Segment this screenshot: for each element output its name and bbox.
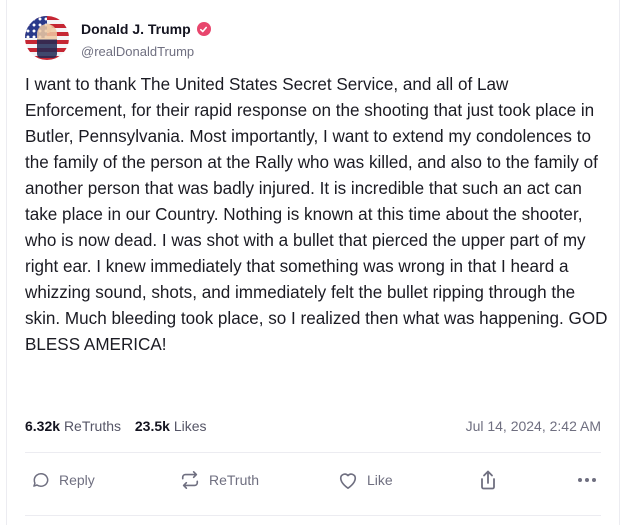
heart-icon	[339, 473, 357, 489]
likes-label: Likes	[173, 418, 207, 434]
more-options-button[interactable]	[577, 462, 605, 498]
speech-bubble-icon	[33, 473, 49, 487]
likes-stat[interactable]: 23.5k Likes	[135, 418, 207, 434]
like-label: Like	[367, 472, 393, 488]
post-body-text: I want to thank The United States Secret…	[25, 75, 608, 354]
author-handle[interactable]: @realDonaldTrump	[81, 44, 194, 59]
author-display-name[interactable]: Donald J. Trump	[81, 21, 191, 37]
post-header: Donald J. Trump @realDonaldTrump	[25, 16, 585, 66]
divider	[25, 452, 601, 453]
share-upload-icon	[481, 470, 495, 490]
reply-label: Reply	[59, 472, 95, 488]
repost-arrows-icon	[181, 471, 199, 489]
share-button[interactable]	[478, 462, 506, 498]
verified-badge-icon	[196, 22, 211, 36]
divider	[25, 515, 601, 526]
retruth-button[interactable]: ReTruth	[179, 462, 259, 498]
post-timestamp[interactable]: Jul 14, 2024, 2:42 AM	[466, 418, 601, 434]
retruths-stat[interactable]: 6.32k ReTruths	[25, 418, 121, 434]
avatar[interactable]	[25, 16, 69, 60]
post-stats: 6.32k ReTruths 23.5k Likes	[25, 418, 207, 434]
reply-button[interactable]: Reply	[31, 462, 95, 498]
post-action-bar: Reply ReTruth Like	[25, 462, 601, 498]
post-card: Donald J. Trump @realDonaldTrump I want …	[6, 0, 620, 525]
like-button[interactable]: Like	[337, 462, 393, 498]
author-name-row: Donald J. Trump	[81, 21, 211, 37]
retruths-count: 6.32k	[25, 418, 61, 434]
ellipsis-icon	[578, 478, 596, 482]
likes-count: 23.5k	[134, 418, 170, 434]
retruth-label: ReTruth	[209, 472, 260, 488]
retruths-label: ReTruths	[63, 418, 121, 434]
